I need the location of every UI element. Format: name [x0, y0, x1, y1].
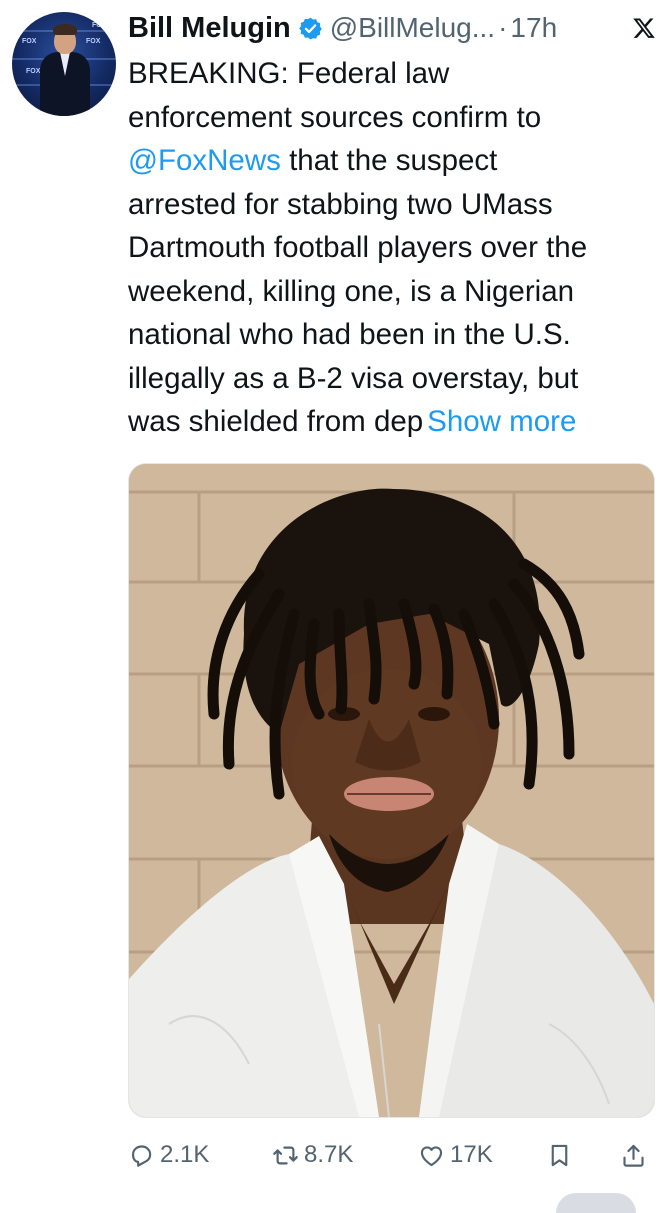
- tweet-text-line: was shielded from dep Show more: [128, 400, 658, 444]
- tweet-timestamp[interactable]: 17h: [510, 12, 557, 44]
- share-icon: [623, 1144, 644, 1167]
- next-tweet-avatar-peek: [556, 1193, 636, 1213]
- tweet-text: BREAKING: Federal law enforcement source…: [128, 52, 658, 444]
- x-logo-icon: [633, 18, 655, 38]
- header-separator: ·: [498, 12, 508, 43]
- tweet-text-line: weekend, killing one, is a Nigerian: [128, 274, 575, 308]
- reply-count: 2.1K: [160, 1141, 210, 1168]
- bookmark-button[interactable]: [546, 1133, 578, 1177]
- tweet-text-fragment: that the suspect: [289, 144, 498, 177]
- author-handle[interactable]: @BillMelug...: [330, 12, 495, 44]
- show-more-link[interactable]: Show more: [427, 405, 576, 438]
- tweet-text-line: @FoxNews that the suspect: [128, 139, 658, 183]
- author-name[interactable]: Bill Melugin: [128, 12, 291, 45]
- bookmark-icon: [551, 1144, 568, 1166]
- tweet-text-line: enforcement sources confirm to: [128, 100, 542, 134]
- tweet-text-fragment: was shielded from dep: [128, 405, 424, 438]
- like-count: 17K: [450, 1141, 493, 1168]
- repost-icon: [273, 1146, 298, 1164]
- avatar-person-hair: [53, 24, 77, 35]
- tweet-text-line: arrested for stabbing two UMass: [128, 187, 553, 221]
- mention-link[interactable]: @FoxNews: [128, 144, 281, 177]
- avatar-logo-mark: FOX: [86, 38, 101, 45]
- repost-button[interactable]: 8.7K: [272, 1133, 353, 1177]
- tweet-actions: 2.1K 8.7K 17K: [128, 1133, 658, 1177]
- tweet-text-line: national who had been in the U.S.: [128, 318, 571, 351]
- like-button[interactable]: 17K: [418, 1133, 493, 1177]
- author-avatar[interactable]: FOX FOX FOX FOX: [12, 12, 116, 116]
- suspect-photo: [129, 464, 654, 1117]
- avatar-logo-mark: FOX: [92, 22, 107, 29]
- tweet-media-photo[interactable]: [128, 463, 655, 1118]
- avatar-logo-mark: FOX: [22, 38, 37, 45]
- avatar-logo-mark: FOX: [26, 68, 41, 75]
- repost-count: 8.7K: [304, 1141, 354, 1168]
- tweet: FOX FOX FOX FOX Bill Melugin @BillMelug.…: [0, 0, 667, 1213]
- tweet-header: Bill Melugin @BillMelug... · 17h: [128, 8, 658, 48]
- verified-badge-icon: [298, 17, 322, 39]
- reply-icon: [131, 1144, 152, 1167]
- tweet-text-line: BREAKING: Federal law: [128, 57, 450, 90]
- tweet-text-line: illegally as a B-2 visa overstay, but: [128, 361, 579, 395]
- reply-button[interactable]: 2.1K: [128, 1133, 209, 1177]
- tweet-text-line: Dartmouth football players over the: [128, 231, 588, 264]
- heart-icon: [420, 1145, 443, 1166]
- share-button[interactable]: [620, 1133, 652, 1177]
